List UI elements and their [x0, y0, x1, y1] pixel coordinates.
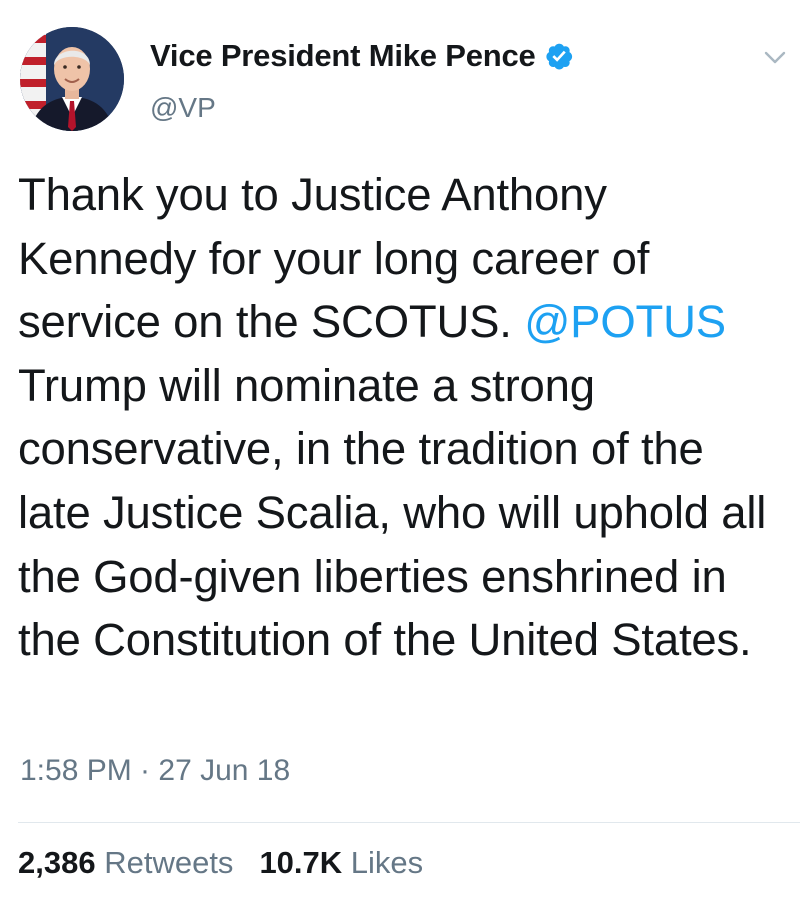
tweet-text: Thank you to Justice Anthony Kennedy for…: [18, 163, 788, 672]
avatar[interactable]: [20, 27, 124, 131]
mention-link[interactable]: @POTUS: [524, 296, 726, 347]
author-handle[interactable]: @VP: [150, 92, 216, 124]
likes-stat[interactable]: 10.7K Likes: [259, 845, 423, 880]
chevron-down-icon[interactable]: [762, 46, 788, 68]
tweet-card: Vice President Mike Pence @VP Thank you …: [0, 0, 800, 905]
retweets-count: 2,386: [18, 845, 96, 880]
tweet-stats: 2,386 Retweets 10.7K Likes: [18, 845, 423, 881]
verified-badge-icon: [544, 41, 574, 71]
tweet-text-part-2: Trump will nominate a strong conservativ…: [18, 359, 767, 666]
author-name-row[interactable]: Vice President Mike Pence: [150, 38, 574, 74]
timestamp[interactable]: 1:58 PM · 27 Jun 18: [20, 754, 290, 788]
divider: [18, 822, 800, 823]
avatar-image: [20, 27, 124, 131]
likes-label: Likes: [350, 845, 424, 880]
likes-count: 10.7K: [259, 845, 343, 880]
retweets-label: Retweets: [104, 845, 234, 880]
display-name[interactable]: Vice President Mike Pence: [150, 38, 536, 74]
retweets-stat[interactable]: 2,386 Retweets: [18, 845, 233, 880]
